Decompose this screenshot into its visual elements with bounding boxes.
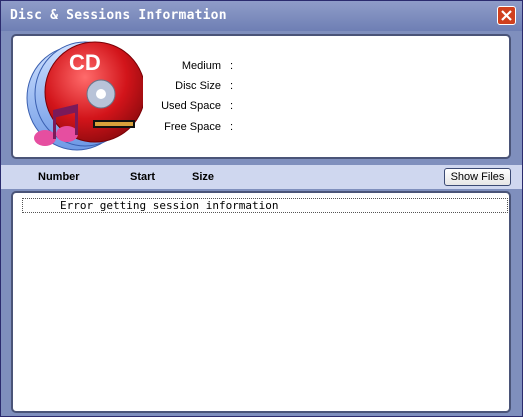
cd-logo-text: CD	[69, 50, 101, 75]
column-start[interactable]: Start	[130, 171, 155, 183]
disc-info-panel: CD Medium: Disc Size: Used Space: Free S…	[11, 34, 511, 159]
svg-text:CD: CD	[69, 50, 101, 75]
column-number[interactable]: Number	[38, 171, 80, 183]
medium-label: Medium	[181, 60, 221, 72]
used-space-label: Used Space	[161, 100, 221, 112]
medium-row: Medium:	[181, 60, 233, 72]
title-bar[interactable]: Disc & Sessions Information	[1, 1, 522, 31]
sessions-list[interactable]: Error getting session information	[11, 191, 511, 413]
window-title: Disc & Sessions Information	[10, 8, 227, 23]
cd-logo: CD	[21, 38, 146, 160]
free-space-label: Free Space	[164, 121, 221, 133]
free-space-row: Free Space:	[164, 121, 233, 133]
used-space-row: Used Space:	[161, 100, 233, 112]
column-size[interactable]: Size	[192, 171, 214, 183]
close-button[interactable]	[497, 6, 516, 25]
dialog-window: Disc & Sessions Information CD Medium: …	[0, 0, 523, 417]
disc-size-label: Disc Size	[175, 80, 221, 92]
disc-size-row: Disc Size:	[175, 80, 233, 92]
list-item[interactable]: Error getting session information	[22, 198, 508, 213]
close-icon	[501, 10, 512, 21]
show-files-button[interactable]: Show Files	[444, 168, 511, 186]
